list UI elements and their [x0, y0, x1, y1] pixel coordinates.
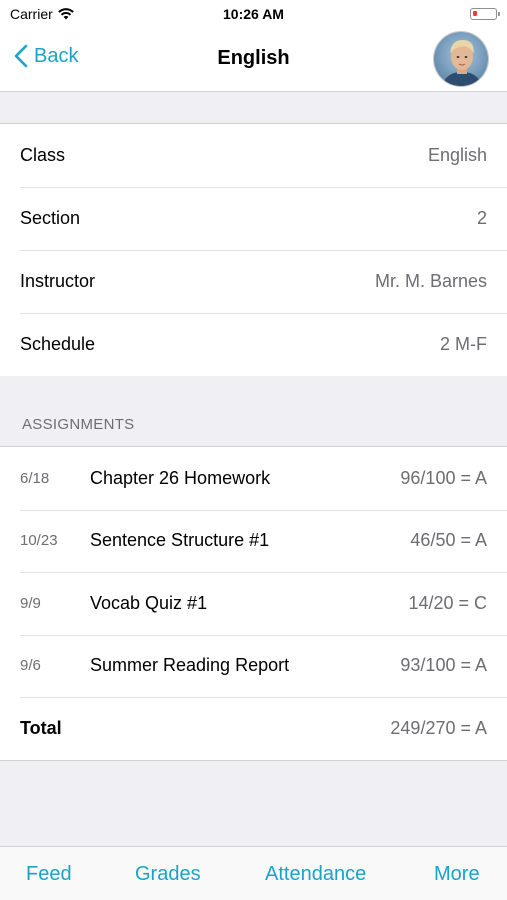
section-value: 2 — [476, 208, 487, 228]
total-label: Total — [20, 717, 62, 738]
avatar[interactable] — [433, 31, 489, 87]
tab-feed[interactable]: Feed — [26, 863, 72, 886]
assignments-list: 6/18 Chapter 26 Homework 96/100 = A 10/2… — [0, 446, 507, 761]
status-bar: Carrier 10:26 AM — [0, 0, 507, 28]
class-row: Class English — [0, 124, 507, 187]
assignment-row[interactable]: 9/6 Summer Reading Report 93/100 = A — [0, 634, 507, 698]
screen: Carrier 10:26 AM Back English Class Engl… — [0, 0, 507, 900]
assignment-date: 9/6 — [20, 657, 41, 675]
tab-grades[interactable]: Grades — [135, 863, 201, 886]
student-photo-icon — [434, 32, 488, 86]
tab-more[interactable]: More — [434, 863, 480, 886]
tab-attendance[interactable]: Attendance — [265, 863, 366, 886]
assignment-score: 93/100 = A — [400, 655, 487, 676]
class-value: English — [427, 145, 487, 165]
section-row: Section 2 — [0, 187, 507, 250]
assignment-score: 46/50 = A — [410, 530, 487, 551]
schedule-row: Schedule 2 M-F — [0, 313, 507, 376]
total-score: 249/270 = A — [390, 717, 487, 738]
assignment-date: 9/9 — [20, 594, 41, 612]
navigation-bar: Back English — [0, 28, 507, 92]
assignment-score: 96/100 = A — [400, 467, 487, 488]
instructor-label: Instructor — [20, 271, 96, 291]
page-title: English — [217, 47, 290, 69]
instructor-value: Mr. M. Barnes — [374, 271, 487, 291]
assignment-row[interactable]: 9/9 Vocab Quiz #1 14/20 = C — [0, 572, 507, 635]
assignment-score: 14/20 = C — [408, 592, 487, 613]
schedule-value: 2 M-F — [440, 334, 487, 354]
schedule-label: Schedule — [20, 334, 96, 354]
total-row: Total 249/270 = A — [0, 697, 507, 760]
assignment-name: Sentence Structure #1 — [90, 530, 270, 551]
assignment-name: Chapter 26 Homework — [90, 467, 271, 488]
battery-icon — [470, 8, 500, 20]
assignment-name: Summer Reading Report — [90, 655, 290, 676]
assignment-name: Vocab Quiz #1 — [90, 592, 208, 613]
instructor-row: Instructor Mr. M. Barnes — [0, 250, 507, 313]
assignments-section-header: ASSIGNMENTS — [22, 416, 135, 433]
section-label: Section — [20, 208, 81, 228]
status-time: 10:26 AM — [223, 6, 284, 22]
assignment-date: 6/18 — [20, 469, 50, 487]
assignment-row[interactable]: 10/23 Sentence Structure #1 46/50 = A — [0, 509, 507, 573]
class-label: Class — [20, 145, 66, 165]
battery-level — [473, 11, 477, 16]
assignment-row[interactable]: 6/18 Chapter 26 Homework 96/100 = A — [0, 447, 507, 510]
class-info-list: Class English Section 2 Instructor Mr. M… — [0, 123, 507, 376]
assignment-date: 10/23 — [20, 532, 58, 550]
tab-bar: Feed Grades Attendance More — [0, 846, 507, 900]
